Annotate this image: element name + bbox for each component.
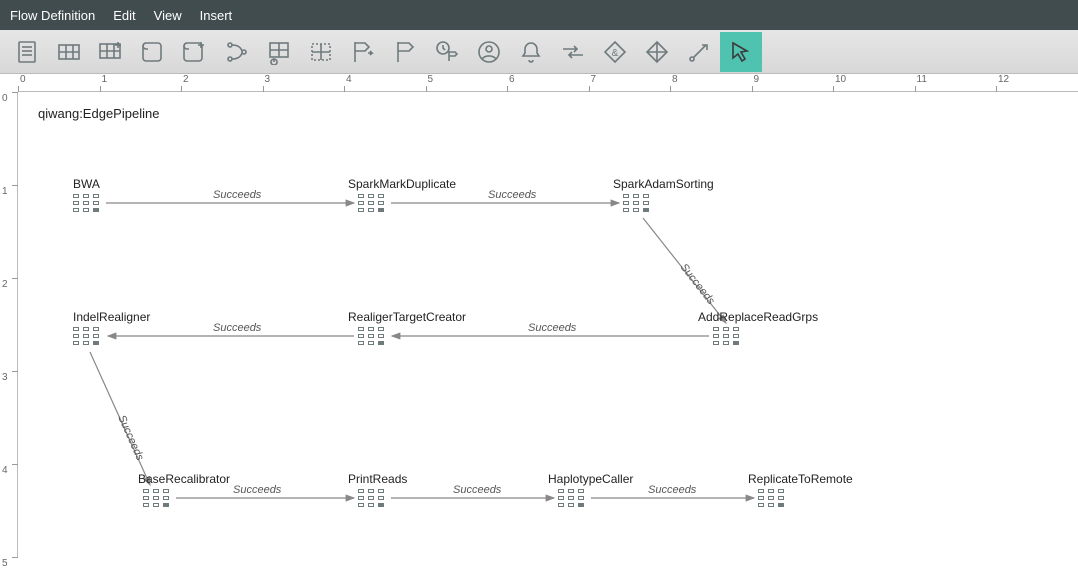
grid-outline-icon[interactable] — [300, 32, 342, 72]
node-icon-baserecalibrator[interactable] — [143, 489, 173, 511]
node-icon-addreplacereadgrps[interactable] — [713, 327, 743, 349]
node-icon-indelrealigner[interactable] — [73, 327, 103, 349]
document-icon[interactable] — [6, 32, 48, 72]
ruler-horizontal: 012345678910111213 — [18, 74, 1078, 92]
flag-icon[interactable] — [384, 32, 426, 72]
menu-edit[interactable]: Edit — [113, 8, 135, 23]
diamond-split-icon[interactable] — [636, 32, 678, 72]
node-icon-haplotypecaller[interactable] — [558, 489, 588, 511]
node-icon-printreads[interactable] — [358, 489, 388, 511]
edge-label: Succeeds — [528, 322, 577, 334]
edge-label: Succeeds — [678, 261, 718, 307]
connector-icon[interactable] — [678, 32, 720, 72]
node-label-replicatetoremote[interactable]: ReplicateToRemote — [748, 472, 853, 486]
edge-SparkAdamSorting-AddReplaceReadGrps[interactable] — [643, 218, 726, 323]
toolbar: & — [0, 30, 1078, 74]
menu-insert[interactable]: Insert — [200, 8, 233, 23]
svg-text:&: & — [612, 48, 619, 59]
node-label-sparkadamsorting[interactable]: SparkAdamSorting — [613, 177, 714, 191]
node-label-printreads[interactable]: PrintReads — [348, 472, 407, 486]
flow-title: qiwang:EdgePipeline — [38, 106, 159, 121]
branch-icon[interactable] — [216, 32, 258, 72]
scroll-data-icon[interactable] — [174, 32, 216, 72]
flow-canvas[interactable]: qiwang:EdgePipeline SucceedsSucceedsSucc… — [18, 92, 1078, 558]
clock-flag-icon[interactable] — [426, 32, 468, 72]
menu-view[interactable]: View — [154, 8, 182, 23]
node-label-baserecalibrator[interactable]: BaseRecalibrator — [138, 472, 230, 486]
grid-icon[interactable] — [48, 32, 90, 72]
edge-label: Succeeds — [233, 484, 282, 496]
swap-icon[interactable] — [552, 32, 594, 72]
edge-IndelRealigner-BaseRecalibrator[interactable] — [90, 352, 150, 485]
node-icon-realigertargetcreator[interactable] — [358, 327, 388, 349]
node-label-haplotypecaller[interactable]: HaplotypeCaller — [548, 472, 633, 486]
menu-bar: Flow Definition Edit View Insert — [0, 0, 1078, 30]
node-icon-sparkadamsorting[interactable] — [623, 194, 653, 216]
ruler-vertical: 012345 — [0, 92, 18, 558]
grid-data-icon[interactable] — [90, 32, 132, 72]
edge-label: Succeeds — [453, 484, 502, 496]
bell-icon[interactable] — [510, 32, 552, 72]
edge-label: Succeeds — [648, 484, 697, 496]
menu-flow-definition[interactable]: Flow Definition — [10, 8, 95, 23]
diamond-and-icon[interactable]: & — [594, 32, 636, 72]
node-icon-replicatetoremote[interactable] — [758, 489, 788, 511]
node-icon-sparkmarkduplicate[interactable] — [358, 194, 388, 216]
edge-label: Succeeds — [488, 189, 537, 201]
edge-label: Succeeds — [213, 189, 262, 201]
grid-marker-icon[interactable] — [258, 32, 300, 72]
flag-forward-icon[interactable] — [342, 32, 384, 72]
node-icon-bwa[interactable] — [73, 194, 103, 216]
edge-label: Succeeds — [115, 413, 146, 462]
flow-edges: Succeeds Succeeds Succeeds Succeeds Succeeds… — [18, 92, 1078, 558]
node-label-realigertargetcreator[interactable]: RealigerTargetCreator — [348, 310, 466, 324]
node-label-bwa[interactable]: BWA — [73, 177, 100, 191]
scroll-icon[interactable] — [132, 32, 174, 72]
edge-label: Succeeds — [213, 322, 262, 334]
user-circle-icon[interactable] — [468, 32, 510, 72]
node-label-sparkmarkduplicate[interactable]: SparkMarkDuplicate — [348, 177, 456, 191]
cursor-icon[interactable] — [720, 32, 762, 72]
node-label-indelrealigner[interactable]: IndelRealigner — [73, 310, 150, 324]
node-label-addreplacereadgrps[interactable]: AddReplaceReadGrps — [698, 310, 818, 324]
